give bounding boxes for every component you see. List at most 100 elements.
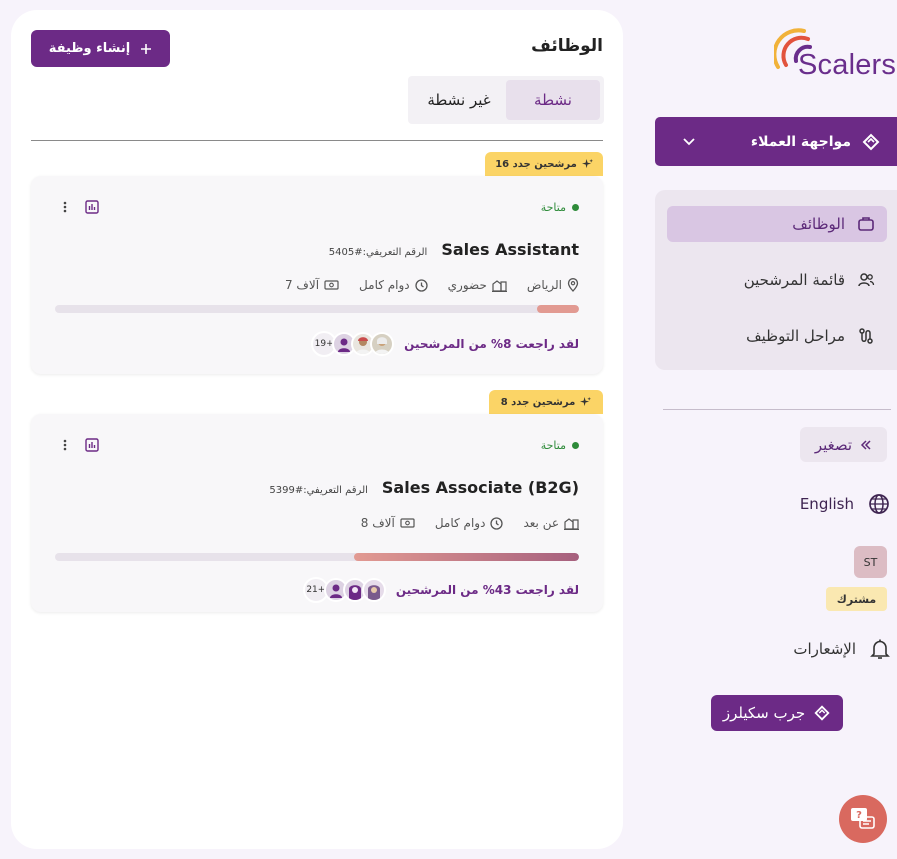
candidate-avatars[interactable]: 21+ (302, 577, 386, 603)
briefcase-icon (857, 215, 875, 233)
tab-active[interactable]: نشطة (506, 80, 600, 120)
status-indicator: متاحة (541, 439, 579, 452)
work-mode-label: حضوري (447, 278, 487, 292)
job-employment: دوام كامل (435, 516, 504, 530)
review-summary: لقد راجعت 43% من المرشحين 21+ (302, 577, 579, 603)
kebab-menu-icon[interactable] (63, 439, 67, 451)
employment-label: دوام كامل (359, 278, 410, 292)
job-salary: 7 آلاف (285, 278, 339, 292)
job-meta: الرياض حضوري دوام كامل 7 آلاف (285, 278, 579, 292)
notifications-link[interactable]: الإشعارات (780, 635, 890, 663)
job-card[interactable]: متاحة Sales Associate (B2G) الرقم التعري… (31, 414, 603, 612)
analytics-icon[interactable] (85, 200, 99, 214)
handshake-icon (813, 704, 831, 722)
sidebar: Scalers مواجهة العملاء الوظائف قائمة الم… (640, 0, 897, 859)
handshake-icon (861, 132, 881, 152)
notifications-label: الإشعارات (793, 640, 856, 658)
svg-text:?: ? (856, 810, 862, 821)
try-label: جرب سكيلرز (722, 704, 806, 722)
job-title[interactable]: Sales Assistant (441, 240, 579, 259)
double-chevron-left-icon (860, 439, 872, 451)
language-label: English (799, 495, 854, 513)
workspace-label: مواجهة العملاء (750, 133, 851, 150)
job-title-row: Sales Associate (B2G) الرقم التعريفي:#53… (269, 478, 579, 497)
candidate-avatar (370, 332, 395, 356)
language-toggle[interactable]: English (780, 490, 890, 518)
support-chat-button[interactable]: ? (839, 795, 887, 843)
workspace-select[interactable]: مواجهة العملاء (655, 117, 897, 166)
card-actions (63, 200, 99, 214)
candidate-avatar (361, 578, 386, 602)
job-employment: دوام كامل (359, 278, 428, 292)
bell-icon (870, 638, 890, 660)
tab-inactive[interactable]: غير نشطة (412, 80, 506, 120)
create-job-label: إنشاء وظيفة (48, 41, 131, 56)
review-progress-bar (55, 553, 579, 561)
plus-icon (140, 43, 152, 55)
status-indicator: متاحة (541, 201, 579, 214)
sidebar-item-label: مراحل التوظيف (746, 327, 845, 345)
card-actions (63, 438, 99, 452)
job-id: الرقم التعريفي:#5405 (328, 247, 428, 258)
job-card[interactable]: متاحة Sales Assistant الرقم التعريفي:#54… (31, 176, 603, 374)
status-dot (572, 442, 579, 449)
create-job-button[interactable]: إنشاء وظيفة (31, 30, 170, 67)
try-scalers-button[interactable]: جرب سكيلرز (711, 695, 843, 731)
clock-icon (415, 278, 428, 292)
building-icon (491, 279, 507, 292)
job-id: الرقم التعريفي:#5399 (269, 485, 368, 496)
clock-icon (490, 516, 504, 530)
jobs-panel: الوظائف إنشاء وظيفة نشطة غير نشطة 16 مرش… (11, 10, 623, 849)
sparkle-icon (581, 158, 593, 170)
subscription-badge: مشترك (826, 587, 887, 611)
sidebar-item-pipeline[interactable]: مراحل التوظيف (667, 318, 887, 354)
collapse-button[interactable]: تصغير (800, 427, 887, 462)
review-text: لقد راجعت 8% من المرشحين (404, 337, 579, 351)
review-text: لقد راجعت 43% من المرشحين (395, 583, 579, 597)
sidebar-item-jobs[interactable]: الوظائف (667, 206, 887, 242)
review-progress-bar (55, 305, 579, 313)
salary-label: 8 آلاف (360, 516, 395, 530)
new-candidates-badge[interactable]: 16 مرشحين جدد (485, 152, 603, 176)
review-progress-fill (353, 553, 579, 561)
job-salary: 8 آلاف (361, 516, 415, 530)
money-icon (324, 279, 339, 291)
sparkle-icon (580, 396, 592, 408)
status-dot (572, 204, 579, 211)
page-title: الوظائف (531, 36, 603, 56)
analytics-icon[interactable] (85, 438, 99, 452)
salary-label: 7 آلاف (284, 278, 320, 292)
logo-text: Scalers (798, 49, 897, 81)
collapse-label: تصغير (814, 435, 853, 454)
sidebar-item-candidates[interactable]: قائمة المرشحين (667, 262, 887, 298)
work-mode-label: عن بعد (523, 516, 559, 530)
new-badge-label: 16 مرشحين جدد (495, 158, 577, 170)
status-label: متاحة (540, 201, 566, 214)
sidebar-divider (663, 409, 891, 410)
job-work-mode: عن بعد (523, 516, 579, 530)
scalers-logo[interactable]: Scalers (774, 25, 896, 81)
kebab-menu-icon[interactable] (63, 201, 67, 213)
job-title-row: Sales Assistant الرقم التعريفي:#5405 (329, 240, 579, 259)
tabs-divider (31, 140, 603, 141)
users-icon (857, 271, 875, 289)
chevron-down-icon (683, 137, 695, 146)
money-icon (400, 517, 415, 529)
status-label: متاحة (540, 439, 566, 452)
job-title[interactable]: Sales Associate (B2G) (382, 478, 579, 497)
sidebar-item-label: الوظائف (792, 215, 845, 233)
job-work-mode: حضوري (448, 278, 507, 292)
globe-icon (868, 493, 890, 515)
user-avatar[interactable]: ST (854, 546, 887, 578)
sidebar-item-label: قائمة المرشحين (743, 271, 845, 289)
job-meta: عن بعد دوام كامل 8 آلاف (361, 516, 579, 530)
review-progress-fill (537, 305, 579, 313)
candidate-avatars[interactable]: 19+ (311, 331, 395, 357)
location-pin-icon (567, 278, 579, 292)
new-badge-label: 8 مرشحين جدد (500, 396, 576, 408)
pipeline-icon (857, 327, 875, 345)
new-candidates-badge[interactable]: 8 مرشحين جدد (489, 390, 603, 414)
building-icon (564, 517, 579, 530)
location-label: الرياض (526, 278, 562, 292)
chat-icon: ? (850, 807, 876, 831)
